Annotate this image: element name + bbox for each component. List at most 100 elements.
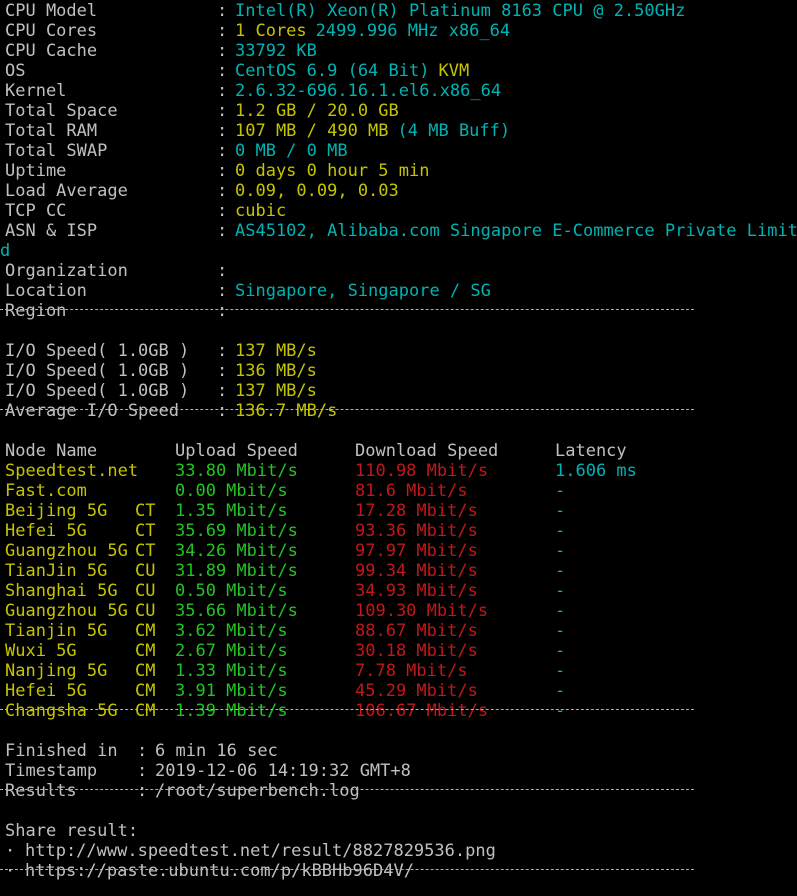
io-separator: : (217, 341, 228, 361)
io-label: Average I/O Speed (5, 401, 179, 421)
info-value: Intel(R) Xeon(R) Platinum 8163 CPU @ 2.5… (235, 1, 686, 21)
speed-table-row: Hefei 5G CM 3.91 Mbit/s 45.29 Mbit/s - (0, 681, 797, 701)
info-value: Singapore, Singapore / SG (235, 281, 491, 301)
info-separator: : (217, 41, 228, 61)
info-value-extra: 2499.996 MHz x86_64 (315, 21, 511, 41)
system-info-row: TCP CC: cubic (0, 201, 797, 221)
info-label: OS (5, 61, 26, 81)
node-isp: CM (135, 701, 156, 721)
system-info-row: CPU Model: Intel(R) Xeon(R) Platinum 8163… (0, 1, 797, 21)
upload-speed: 35.66 Mbit/s (175, 601, 298, 621)
summary-row: Timestamp:2019-12-06 14:19:32 GMT+8 (0, 761, 797, 781)
system-info-row: Uptime:0 days 0 hour 5 min (0, 161, 797, 181)
latency: - (555, 601, 566, 621)
info-label: Location (5, 281, 87, 301)
info-separator: : (217, 181, 228, 201)
summary-separator: : (137, 741, 148, 761)
info-separator: : (217, 61, 228, 81)
info-value-extra: KVM (438, 61, 470, 81)
info-label: Organization (5, 261, 128, 281)
summary-label: Timestamp (5, 761, 98, 781)
node-name: Changsha 5G (5, 701, 118, 721)
download-speed: 81.6 Mbit/s (355, 481, 468, 501)
io-value: 137 MB/s (235, 341, 317, 361)
download-speed: 17.28 Mbit/s (355, 501, 478, 521)
header-upload-speed: Upload Speed (175, 441, 298, 461)
system-info-row: Load Average:0.09, 0.09, 0.03 (0, 181, 797, 201)
speed-table-row: TianJin 5G CU 31.89 Mbit/s 99.34 Mbit/s - (0, 561, 797, 581)
latency: - (555, 521, 566, 541)
io-value: 137 MB/s (235, 381, 317, 401)
node-name: TianJin 5G (5, 561, 108, 581)
info-value: 1.2 GB / 20.0 GB (235, 101, 399, 121)
node-name: Nanjing 5G (5, 661, 108, 681)
node-name: Guangzhou 5G (5, 541, 128, 561)
node-name: Tianjin 5G (5, 621, 108, 641)
info-value: cubic (235, 201, 287, 221)
upload-speed: 1.35 Mbit/s (175, 501, 288, 521)
system-info-row: Total RAM:107 MB / 490 MB (4 MB Buff) (0, 121, 797, 141)
node-name: Wuxi 5G (5, 641, 77, 661)
info-value: 107 MB / 490 MB (235, 121, 389, 141)
latency: - (555, 501, 566, 521)
latency: - (555, 701, 566, 721)
info-separator: : (217, 301, 228, 321)
speed-table-header: Node Name Upload Speed Download Speed Laten… (0, 441, 797, 461)
system-info-row: CPU Cores:1 Cores 2499.996 MHz x86_64 (0, 21, 797, 41)
node-isp: CM (135, 661, 156, 681)
speed-table-row: Changsha 5G CM 1.39 Mbit/s 106.67 Mbit/s - (0, 701, 797, 721)
node-isp: CM (135, 641, 156, 661)
separator-line (0, 709, 694, 710)
io-label: I/O Speed( 1.0GB ) (5, 381, 190, 401)
io-speed-row: I/O Speed( 1.0GB ):136 MB/s (0, 361, 797, 381)
upload-speed: 35.69 Mbit/s (175, 521, 298, 541)
upload-speed: 31.89 Mbit/s (175, 561, 298, 581)
upload-speed: 3.62 Mbit/s (175, 621, 288, 641)
latency: - (555, 641, 566, 661)
share-link-row: · https://paste.ubuntu.com/p/kBBHb96D4V/ (0, 861, 797, 881)
info-separator: : (217, 201, 228, 221)
info-label: Total SWAP (5, 141, 108, 161)
info-separator: : (217, 221, 228, 241)
latency: - (555, 561, 566, 581)
info-value: 0 days 0 hour 5 min (235, 161, 430, 181)
latency: - (555, 481, 566, 501)
speed-table-row: Speedtest.net 33.80 Mbit/s 110.98 Mbit/s 1.… (0, 461, 797, 481)
info-value: 33792 KB (235, 41, 317, 61)
info-label: Load Average (5, 181, 128, 201)
share-link[interactable]: https://paste.ubuntu.com/p/kBBHb96D4V/ (25, 861, 414, 881)
node-name: Speedtest.net (5, 461, 139, 481)
download-speed: 97.97 Mbit/s (355, 541, 478, 561)
share-title-row: Share result: (0, 821, 797, 841)
header-node-name: Node Name (5, 441, 98, 461)
info-label: Total RAM (5, 121, 98, 141)
separator-line (0, 409, 694, 410)
separator-line (0, 869, 694, 870)
info-separator: : (217, 161, 228, 181)
node-name: Fast.com (5, 481, 87, 501)
share-link[interactable]: http://www.speedtest.net/result/88278295… (25, 841, 496, 861)
info-value: CentOS 6.9 (64 Bit) (235, 61, 430, 81)
separator-line (0, 789, 694, 790)
system-info-row: CPU Cache:33792 KB (0, 41, 797, 61)
upload-speed: 1.33 Mbit/s (175, 661, 288, 681)
share-link-row: · http://www.speedtest.net/result/8827829… (0, 841, 797, 861)
header-download-speed: Download Speed (355, 441, 499, 461)
header-latency: Latency (555, 441, 627, 461)
info-separator: : (217, 261, 228, 281)
download-speed: 7.78 Mbit/s (355, 661, 468, 681)
upload-speed: 2.67 Mbit/s (175, 641, 288, 661)
info-separator: : (217, 21, 228, 41)
info-label: ASN & ISP (5, 221, 98, 241)
download-speed: 99.34 Mbit/s (355, 561, 478, 581)
download-speed: 45.29 Mbit/s (355, 681, 478, 701)
download-speed: 93.36 Mbit/s (355, 521, 478, 541)
latency: - (555, 541, 566, 561)
summary-separator: : (137, 761, 148, 781)
download-speed: 106.67 Mbit/s (355, 701, 489, 721)
speed-table-row: Guangzhou 5G CT 34.26 Mbit/s 97.97 Mbit/s - (0, 541, 797, 561)
info-separator: : (217, 1, 228, 21)
io-value: 136 MB/s (235, 361, 317, 381)
summary-label: Finished in (5, 741, 118, 761)
io-value: 136.7 MB/s (235, 401, 338, 421)
